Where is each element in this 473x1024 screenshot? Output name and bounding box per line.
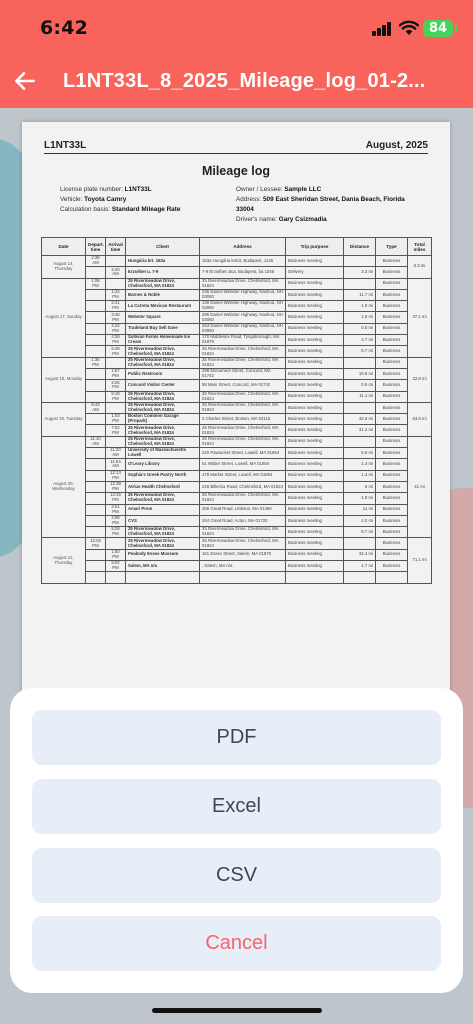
- export-excel-button[interactable]: Excel: [32, 779, 441, 834]
- export-csv-button[interactable]: CSV: [32, 848, 441, 903]
- back-arrow-icon[interactable]: [12, 68, 38, 94]
- app-bar: L1NT33L_8_2025_Mileage_log_01-2...: [0, 56, 473, 108]
- page-title: L1NT33L_8_2025_Mileage_log_01-2...: [63, 70, 426, 92]
- export-pdf-button[interactable]: PDF: [32, 710, 441, 765]
- status-time: 6:42: [40, 17, 89, 39]
- wifi-icon: [399, 20, 419, 35]
- battery-icon: 84: [423, 20, 457, 37]
- cancel-button[interactable]: Cancel: [32, 916, 441, 971]
- home-indicator[interactable]: [152, 1008, 322, 1013]
- status-bar: 6:42 84: [0, 0, 473, 56]
- cellular-signal-icon: [372, 22, 393, 36]
- export-options-sheet: PDF Excel CSV Cancel: [10, 688, 463, 993]
